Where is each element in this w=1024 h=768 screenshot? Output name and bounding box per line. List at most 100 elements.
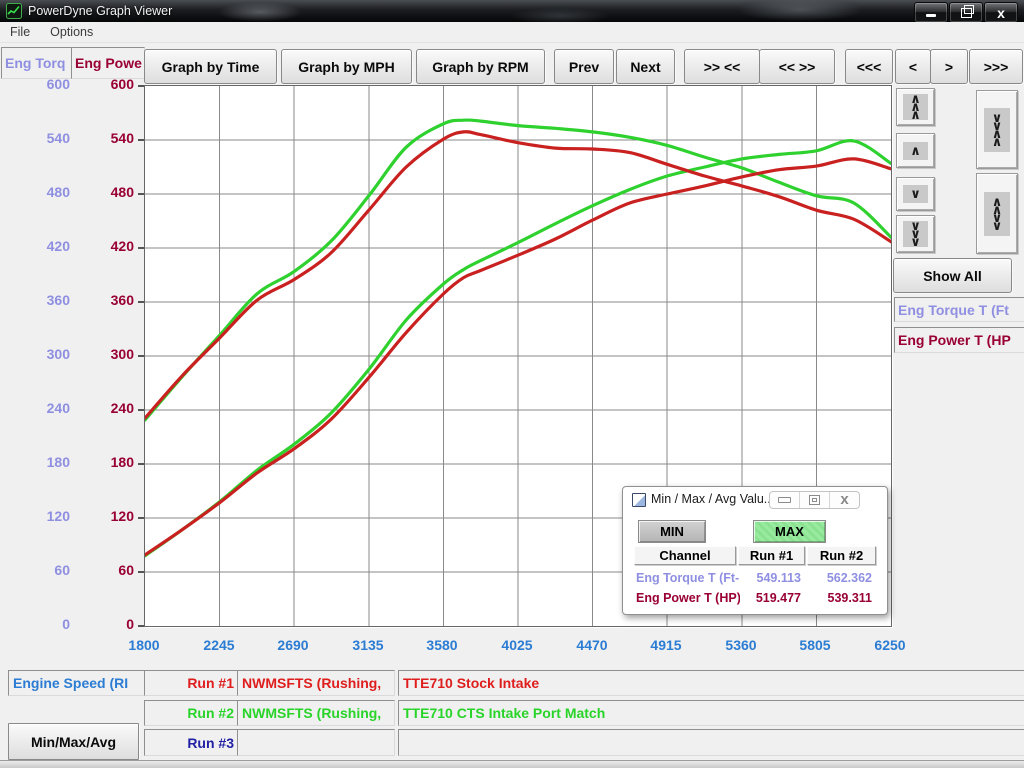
run2-file: NWMSFTS (Rushing, bbox=[242, 705, 381, 721]
legend-power-channel[interactable]: Eng Power T (HP bbox=[894, 327, 1024, 353]
run2-description-box[interactable]: TTE710 CTS Intake Port Match bbox=[398, 700, 1024, 726]
power-y-tick-label: 120 bbox=[74, 508, 134, 524]
rpm-x-tick-label: 2690 bbox=[258, 637, 328, 653]
y-scale-up-button[interactable]: ∧ bbox=[896, 133, 935, 168]
zoom-in-x-button[interactable]: >> << bbox=[684, 49, 760, 84]
y-scale-down-button[interactable]: ∨ bbox=[896, 177, 935, 211]
torque-axis-channel-button[interactable]: Eng Torq bbox=[1, 47, 74, 79]
restore-button[interactable] bbox=[949, 2, 983, 23]
dialog-restore-button[interactable] bbox=[799, 492, 829, 508]
run3-label: Run #3 bbox=[187, 735, 234, 751]
x-axis-channel-button[interactable]: Engine Speed (RI bbox=[8, 670, 146, 696]
scroll-right-button[interactable]: > bbox=[930, 49, 968, 84]
power-y-tick-label: 540 bbox=[74, 130, 134, 146]
run3-label-box[interactable]: Run #3 bbox=[144, 729, 240, 756]
minimize-icon bbox=[926, 14, 936, 17]
run3-file-box[interactable] bbox=[237, 729, 395, 756]
menu-bar: File Options bbox=[0, 22, 1024, 43]
dialog-close-icon: x bbox=[840, 494, 848, 506]
torque-y-tick-label: 60 bbox=[0, 562, 70, 578]
powerdyne-window: PowerDyne Graph Viewer x File Options En… bbox=[0, 0, 1024, 768]
y-axis-tick-mark bbox=[138, 571, 144, 573]
y-scale-down-fast-button[interactable]: ∨ ∨ ∨ bbox=[896, 215, 935, 253]
rpm-x-tick-label: 4025 bbox=[482, 637, 552, 653]
channel-column-header[interactable]: Channel bbox=[634, 546, 736, 565]
torque-axis-channel-label: Eng Torq bbox=[5, 55, 65, 71]
minmax-dialog-titlebar[interactable]: Min / Max / Avg Valu... x bbox=[623, 487, 887, 511]
scroll-left-button[interactable]: < bbox=[895, 49, 931, 84]
y-compress-button[interactable]: ∨ ∨ ∧ ∧ bbox=[976, 90, 1018, 169]
graph-by-time-button[interactable]: Graph by Time bbox=[144, 49, 277, 84]
prev-button[interactable]: Prev bbox=[554, 49, 614, 84]
torque-y-tick-label: 120 bbox=[0, 508, 70, 524]
run2-label-box[interactable]: Run #2 bbox=[144, 700, 240, 726]
scroll-far-right-button[interactable]: >>> bbox=[969, 49, 1023, 84]
title-bar[interactable]: PowerDyne Graph Viewer x bbox=[0, 0, 1024, 23]
minmax-dialog-title: Min / Max / Avg Valu... bbox=[651, 492, 774, 506]
scroll-far-left-button[interactable]: <<< bbox=[845, 49, 893, 84]
torque-y-tick-label: 600 bbox=[0, 76, 70, 92]
y-axis-tick-mark bbox=[138, 409, 144, 411]
run1-file-box[interactable]: NWMSFTS (Rushing, bbox=[237, 670, 395, 696]
y-expand-button[interactable]: ∧ ∧ ∨ ∨ bbox=[976, 173, 1018, 254]
torque-y-tick-label: 180 bbox=[0, 454, 70, 470]
torque-y-tick-label: 240 bbox=[0, 400, 70, 416]
rpm-x-tick-label: 4470 bbox=[557, 637, 627, 653]
next-button[interactable]: Next bbox=[616, 49, 675, 84]
torque-y-tick-label: 480 bbox=[0, 184, 70, 200]
rpm-x-tick-label: 1800 bbox=[109, 637, 179, 653]
triple-chevron-up-icon: ∧ ∧ ∧ bbox=[903, 94, 928, 120]
x-axis-channel-label: Engine Speed (RI bbox=[13, 675, 128, 691]
rpm-x-tick-label: 2245 bbox=[184, 637, 254, 653]
graph-by-mph-button[interactable]: Graph by MPH bbox=[281, 49, 412, 84]
y-axis-tick-mark bbox=[138, 85, 144, 87]
run1-column-header[interactable]: Run #1 bbox=[738, 546, 805, 565]
zoom-out-x-button[interactable]: << >> bbox=[759, 49, 835, 84]
graph-by-rpm-button[interactable]: Graph by RPM bbox=[416, 49, 545, 84]
y-axis-tick-mark bbox=[138, 139, 144, 141]
menu-file[interactable]: File bbox=[0, 22, 40, 42]
run1-description-box[interactable]: TTE710 Stock Intake bbox=[398, 670, 1024, 696]
y-axis-tick-mark bbox=[138, 625, 144, 627]
y-axis-tick-mark bbox=[138, 355, 144, 357]
power-axis-channel-button[interactable]: Eng Powe bbox=[71, 47, 145, 79]
rpm-x-tick-label: 5805 bbox=[780, 637, 850, 653]
dialog-minimize-button[interactable] bbox=[770, 492, 799, 508]
y-axis-tick-mark bbox=[138, 301, 144, 303]
run2-description: TTE710 CTS Intake Port Match bbox=[403, 705, 605, 721]
minimize-button[interactable] bbox=[914, 2, 948, 23]
y-axis-tick-mark bbox=[138, 463, 144, 465]
run2-label: Run #2 bbox=[187, 705, 234, 721]
legend-torque-label: Eng Torque T (Ft bbox=[898, 302, 1009, 318]
y-axis-tick-mark bbox=[138, 517, 144, 519]
close-button[interactable]: x bbox=[984, 2, 1018, 23]
min-tab-button[interactable]: MIN bbox=[638, 520, 706, 543]
run3-description-box[interactable] bbox=[398, 729, 1024, 756]
run2-column-header[interactable]: Run #2 bbox=[807, 546, 876, 565]
run1-description: TTE710 Stock Intake bbox=[403, 675, 539, 691]
legend-torque-channel[interactable]: Eng Torque T (Ft bbox=[894, 297, 1024, 322]
power-y-tick-label: 60 bbox=[74, 562, 134, 578]
power-y-tick-label: 0 bbox=[74, 616, 134, 632]
power-max-run2-value: 539.311 bbox=[809, 591, 872, 605]
show-all-button[interactable]: Show All bbox=[893, 258, 1012, 293]
rpm-x-tick-label: 5360 bbox=[706, 637, 776, 653]
torque-y-tick-label: 300 bbox=[0, 346, 70, 362]
legend-power-label: Eng Power T (HP bbox=[898, 332, 1011, 348]
window-bottom-frame bbox=[0, 760, 1024, 768]
y-scale-up-fast-button[interactable]: ∧ ∧ ∧ bbox=[896, 88, 935, 126]
minmax-dialog[interactable]: Min / Max / Avg Valu... x MIN MAX Channe… bbox=[622, 486, 888, 615]
restore-icon bbox=[961, 8, 972, 18]
minmaxavg-button[interactable]: Min/Max/Avg bbox=[8, 723, 139, 760]
power-y-tick-label: 600 bbox=[74, 76, 134, 92]
rpm-x-tick-label: 3135 bbox=[333, 637, 403, 653]
max-tab-button[interactable]: MAX bbox=[753, 520, 826, 543]
run1-label-box[interactable]: Run #1 bbox=[144, 670, 240, 696]
dialog-close-button[interactable]: x bbox=[829, 492, 859, 508]
power-max-run1-value: 519.477 bbox=[738, 591, 801, 605]
run2-file-box[interactable]: NWMSFTS (Rushing, bbox=[237, 700, 395, 726]
menu-options[interactable]: Options bbox=[40, 22, 103, 42]
run1-label: Run #1 bbox=[187, 675, 234, 691]
triple-chevron-down-icon: ∨ ∨ ∨ bbox=[903, 221, 928, 247]
power-axis-channel-label: Eng Powe bbox=[75, 55, 142, 71]
